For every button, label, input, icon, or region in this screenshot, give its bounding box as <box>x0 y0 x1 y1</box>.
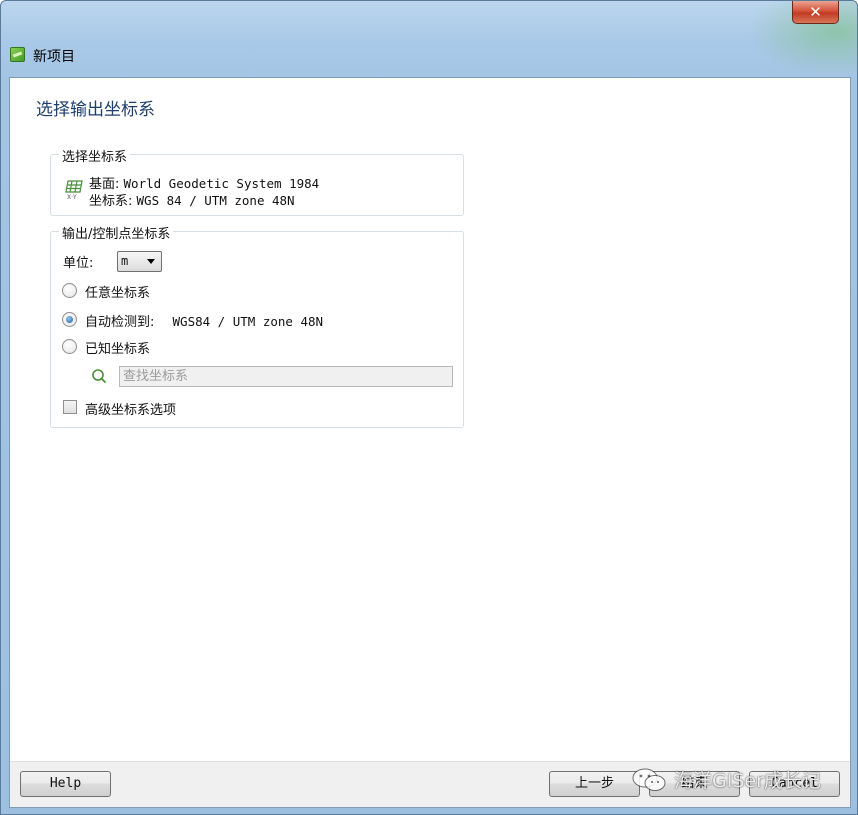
crs-grid-icon: X·Y <box>65 180 83 200</box>
help-button[interactable]: Help <box>20 771 111 797</box>
advanced-options-checkbox[interactable] <box>63 400 77 414</box>
app-icon <box>10 47 25 62</box>
radio-auto-detected[interactable] <box>62 312 77 327</box>
unit-value: m <box>121 254 129 268</box>
radio-any-crs[interactable] <box>62 283 77 298</box>
wizard-footer: Help 上一步 结束 Cancel <box>10 761 850 807</box>
datum-value: World Geodetic System 1984 <box>123 176 320 191</box>
crs-value: WGS 84 / UTM zone 48N <box>136 193 295 208</box>
page-title: 选择输出坐标系 <box>36 100 155 120</box>
radio-auto-detected-label[interactable]: 自动检测到: <box>85 315 154 330</box>
search-icon <box>92 369 107 384</box>
unit-select[interactable]: m <box>117 251 162 272</box>
output-crs-group: 输出/控制点坐标系 单位: m 任意坐标系 自动检测到: WGS84 / UTM… <box>50 223 464 428</box>
wizard-page: 选择输出坐标系 选择坐标系 X·Y 基面: World Geodetic Sys… <box>9 77 851 808</box>
unit-label: 单位: <box>63 256 94 271</box>
auto-detected-crs: WGS84 / UTM zone 48N <box>172 314 324 329</box>
radio-known-crs[interactable] <box>62 339 77 354</box>
radio-known-crs-label[interactable]: 已知坐标系 <box>85 338 150 357</box>
window-frame: 新项目 ✕ 选择输出坐标系 选择坐标系 X·Y 基面: World Geodet… <box>0 0 858 815</box>
output-crs-legend: 输出/控制点坐标系 <box>59 223 174 242</box>
window-title: 新项目 <box>33 49 75 65</box>
selected-crs-group: 选择坐标系 X·Y 基面: World Geodetic System 1984… <box>50 146 464 216</box>
radio-auto-detected-label-row: 自动检测到: WGS84 / UTM zone 48N <box>85 311 323 330</box>
cancel-button[interactable]: Cancel <box>749 771 840 797</box>
chevron-down-icon <box>147 259 155 264</box>
radio-any-crs-label[interactable]: 任意坐标系 <box>85 282 150 301</box>
selected-crs-legend: 选择坐标系 <box>59 146 131 165</box>
crs-line: 坐标系: WGS 84 / UTM zone 48N <box>89 190 295 209</box>
crs-label: 坐标系: <box>89 194 133 209</box>
back-button[interactable]: 上一步 <box>549 771 640 797</box>
svg-text:X·Y: X·Y <box>67 194 77 200</box>
close-button[interactable]: ✕ <box>792 1 839 24</box>
advanced-options-label[interactable]: 高级坐标系选项 <box>85 399 176 418</box>
finish-button[interactable]: 结束 <box>649 771 740 797</box>
crs-search-input[interactable] <box>119 366 453 387</box>
